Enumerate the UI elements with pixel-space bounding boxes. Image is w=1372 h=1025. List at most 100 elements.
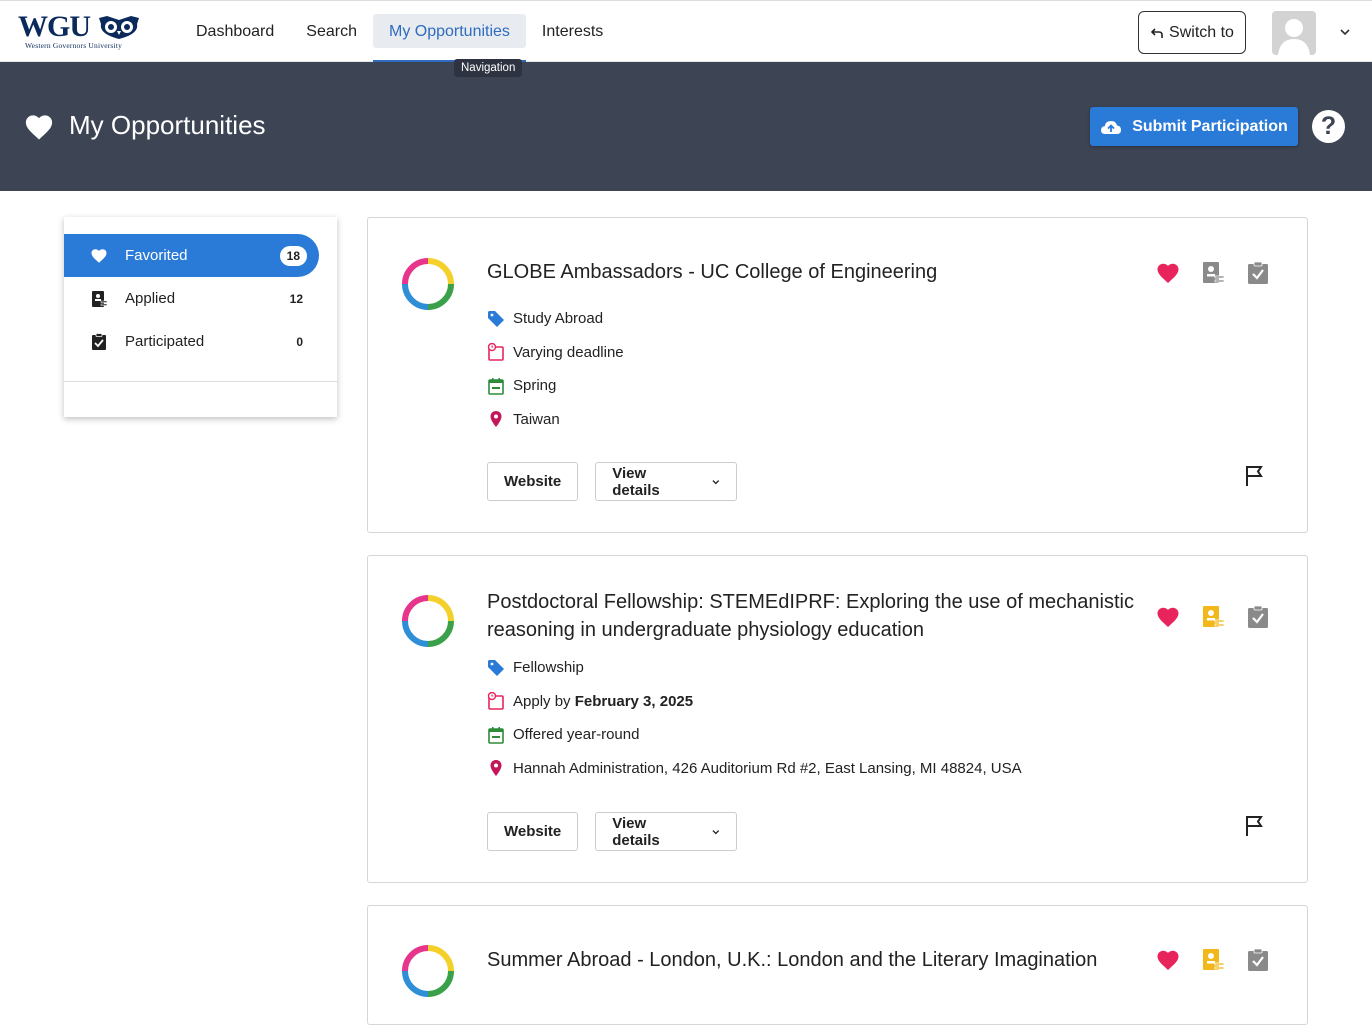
nav-dashboard-label: Dashboard: [196, 23, 275, 40]
organization-logo: [402, 945, 454, 997]
nav-interests-label: Interests: [541, 23, 604, 40]
sidebar-item-participated[interactable]: Participated 0: [64, 320, 319, 363]
tag-icon: [488, 310, 504, 327]
participated-icon[interactable]: [1246, 605, 1270, 629]
submit-participation-button[interactable]: Submit Participation: [1090, 107, 1298, 146]
card-status-icons: [1156, 605, 1270, 629]
main-nav: Dashboard Search My Opportunities Intere…: [180, 1, 619, 63]
chevron-down-icon: [712, 479, 719, 484]
count-badge: 0: [296, 334, 303, 349]
view-details-button[interactable]: View details: [595, 812, 738, 851]
nav-search[interactable]: Search: [290, 1, 373, 63]
deadline-calendar-icon: [487, 692, 504, 711]
tag-icon: [488, 659, 504, 676]
favorite-heart-icon[interactable]: [1156, 605, 1180, 629]
opportunity-card: Postdoctoral Fellowship: STEMEdIPRF: Exp…: [367, 555, 1308, 883]
deadline-calendar-icon: [487, 343, 504, 362]
divider: [64, 381, 337, 382]
return-arrow-icon: [1150, 27, 1163, 38]
nav-my-opportunities[interactable]: My Opportunities: [372, 1, 526, 63]
opportunity-card: GLOBE Ambassadors - UC College of Engine…: [367, 217, 1308, 533]
logo-subtitle: Western Governors University: [25, 41, 123, 50]
location-pin-icon: [490, 760, 502, 777]
view-details-label: View details: [612, 464, 660, 499]
opportunity-attributes: Study Abroad Varying deadline Spring Tai…: [487, 302, 624, 436]
website-label: Website: [504, 823, 562, 840]
chevron-down-icon[interactable]: [1338, 25, 1352, 39]
switch-to-label: Switch to: [1169, 23, 1234, 41]
opportunity-type: Study Abroad: [487, 302, 624, 336]
calendar-icon: [488, 726, 504, 744]
opportunity-title[interactable]: Postdoctoral Fellowship: STEMEdIPRF: Exp…: [487, 588, 1147, 644]
user-silhouette-icon: [1278, 19, 1310, 55]
switch-to-button[interactable]: Switch to: [1138, 11, 1246, 54]
opportunity-term: Offered year-round: [487, 718, 1022, 752]
page-title: My Opportunities: [69, 110, 266, 140]
view-details-button[interactable]: View details: [595, 462, 738, 501]
sidebar-item-label: Participated: [125, 333, 205, 350]
navigation-tooltip: Navigation: [454, 59, 523, 77]
submit-participation-label: Submit Participation: [1132, 117, 1288, 135]
opportunity-filter-sidebar: Favorited 18 Applied 12 Participated 0: [64, 217, 337, 417]
view-details-label: View details: [612, 814, 660, 849]
applied-icon[interactable]: [1201, 261, 1225, 285]
flag-icon[interactable]: [1244, 815, 1266, 837]
applied-icon[interactable]: [1201, 605, 1225, 629]
sidebar-item-applied[interactable]: Applied 12: [64, 277, 319, 320]
favorite-heart-icon[interactable]: [1156, 261, 1180, 285]
applied-icon[interactable]: [1201, 948, 1225, 972]
nav-interests[interactable]: Interests: [526, 1, 619, 63]
term-text: Offered year-round: [513, 726, 640, 744]
term-text: Spring: [513, 377, 557, 395]
opportunity-title[interactable]: GLOBE Ambassadors - UC College of Engine…: [487, 258, 1147, 286]
deadline-text: Apply by: [513, 692, 575, 710]
nav-my-opportunities-label: My Opportunities: [388, 23, 510, 40]
calendar-icon: [488, 377, 504, 395]
card-actions: Website View details: [487, 462, 738, 501]
opportunity-location: Taiwan: [487, 403, 624, 437]
opportunity-title[interactable]: Summer Abroad - London, U.K.: London and…: [487, 946, 1167, 974]
organization-logo: [402, 258, 454, 310]
opportunity-deadline: Varying deadline: [487, 336, 624, 370]
opportunity-deadline: Apply by February 3, 2025: [487, 685, 1022, 719]
opportunity-type: Fellowship: [487, 651, 1022, 685]
location-text: Taiwan: [513, 410, 560, 428]
applied-icon: [92, 290, 108, 307]
opportunity-type-label: Study Abroad: [513, 310, 604, 328]
opportunity-attributes: Fellowship Apply by February 3, 2025 Off…: [487, 651, 1022, 785]
nav-dashboard[interactable]: Dashboard: [180, 1, 290, 63]
deadline-text: Varying deadline: [513, 343, 624, 361]
logo-text: WGU: [18, 10, 91, 43]
chevron-down-icon: [712, 829, 719, 834]
flag-icon[interactable]: [1244, 465, 1266, 487]
clipboard-check-icon: [92, 332, 106, 350]
card-actions: Website View details: [487, 812, 738, 851]
top-navbar: WGU Western Governors University Dashboa…: [0, 0, 1372, 63]
help-button[interactable]: ?: [1312, 110, 1345, 143]
help-icon: ?: [1320, 112, 1337, 140]
website-button[interactable]: Website: [487, 462, 579, 501]
sidebar-item-label: Favorited: [125, 247, 188, 264]
sidebar-item-label: Applied: [125, 290, 176, 307]
heart-icon: [25, 115, 53, 140]
owl-icon: [99, 16, 139, 39]
sidebar-item-favorited[interactable]: Favorited 18: [64, 234, 319, 277]
website-button[interactable]: Website: [487, 812, 579, 851]
opportunity-card: Summer Abroad - London, U.K.: London and…: [367, 905, 1308, 1025]
website-label: Website: [504, 473, 562, 490]
participated-icon[interactable]: [1246, 948, 1270, 972]
avatar[interactable]: [1272, 11, 1316, 55]
card-status-icons: [1156, 948, 1270, 972]
heart-icon: [91, 248, 107, 263]
nav-search-label: Search: [306, 23, 357, 40]
wgu-logo[interactable]: WGU Western Governors University: [18, 12, 143, 52]
deadline-date: February 3, 2025: [574, 692, 694, 710]
opportunity-type-label: Fellowship: [513, 659, 584, 677]
count-badge: 18: [279, 245, 307, 266]
organization-logo: [402, 595, 454, 647]
favorite-heart-icon[interactable]: [1156, 948, 1180, 972]
page-header-banner: My Opportunities Submit Participation ?: [0, 62, 1372, 191]
cloud-upload-icon: [1101, 120, 1122, 134]
location-pin-icon: [490, 411, 502, 428]
participated-icon[interactable]: [1246, 261, 1270, 285]
